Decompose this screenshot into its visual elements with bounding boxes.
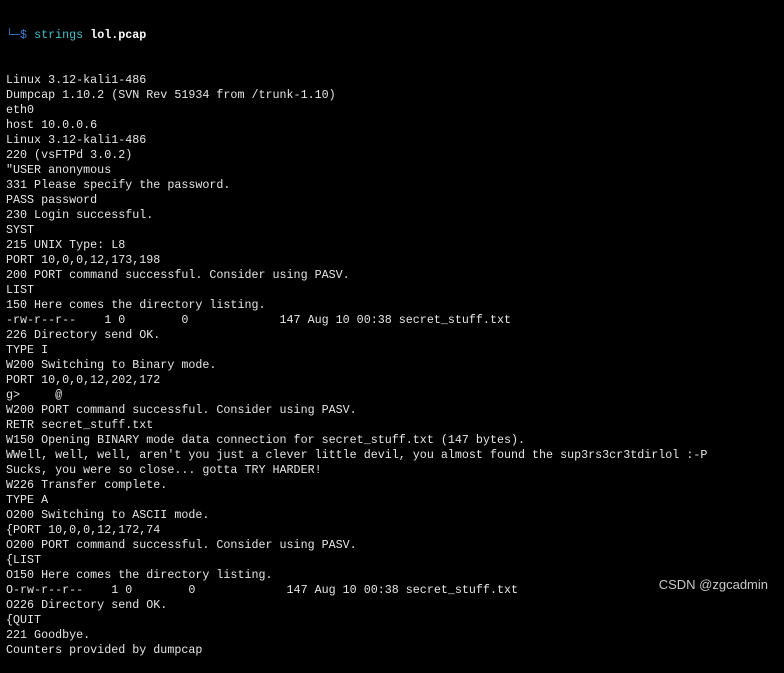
output-line: LIST [6, 283, 35, 297]
output-line: Counters provided by dumpcap [6, 643, 203, 657]
output-line: W226 Transfer complete. [6, 478, 168, 492]
output-lines: Linux 3.12-kali1-486 Dumpcap 1.10.2 (SVN … [6, 73, 707, 658]
output-line: PORT 10,0,0,12,202,172 [6, 373, 161, 387]
output-line: -rw-r--r-- 1 0 0 147 Aug 10 00:38 secret… [6, 313, 511, 327]
output-line: 215 UNIX Type: L8 [6, 238, 126, 252]
output-line: {LIST [6, 553, 42, 567]
output-line: O200 Switching to ASCII mode. [6, 508, 210, 522]
output-line: O150 Here comes the directory listing. [6, 568, 273, 582]
output-line: {PORT 10,0,0,12,172,74 [6, 523, 161, 537]
prompt-symbol: $ [20, 28, 35, 42]
output-line: host 10.0.0.6 [6, 118, 98, 132]
output-line: Linux 3.12-kali1-486 [6, 133, 147, 147]
output-line: 150 Here comes the directory listing. [6, 298, 266, 312]
command-name: strings [34, 28, 84, 42]
output-line: PASS password [6, 193, 98, 207]
output-line: W150 Opening BINARY mode data connection… [6, 433, 526, 447]
output-line: TYPE I [6, 343, 49, 357]
output-line: {QUIT [6, 613, 42, 627]
prompt-corner: └─ [6, 28, 21, 42]
output-line: eth0 [6, 103, 35, 117]
output-line: 331 Please specify the password. [6, 178, 231, 192]
output-line: O226 Directory send OK. [6, 598, 168, 612]
output-line: Sucks, you were so close... gotta TRY HA… [6, 463, 322, 477]
output-line: 230 Login successful. [6, 208, 154, 222]
output-line: SYST [6, 223, 35, 237]
output-line: W200 PORT command successful. Consider u… [6, 403, 357, 417]
watermark: CSDN @zgcadmin [658, 577, 768, 592]
prompt-line: └─$ strings lol.pcap [6, 28, 707, 43]
output-line: O-rw-r--r-- 1 0 0 147 Aug 10 00:38 secre… [6, 583, 518, 597]
command-argument: lol.pcap [90, 28, 147, 42]
output-line: g> @ [6, 388, 63, 402]
output-line: 220 (vsFTPd 3.0.2) [6, 148, 133, 162]
output-line: RETR secret_stuff.txt [6, 418, 154, 432]
output-line: Linux 3.12-kali1-486 [6, 73, 147, 87]
output-line: 200 PORT command successful. Consider us… [6, 268, 350, 282]
output-line: "USER anonymous [6, 163, 112, 177]
output-line: 221 Goodbye. [6, 628, 91, 642]
output-line: 226 Directory send OK. [6, 328, 161, 342]
output-line: WWell, well, well, aren't you just a cle… [6, 448, 708, 462]
output-line: PORT 10,0,0,12,173,198 [6, 253, 161, 267]
output-line: TYPE A [6, 493, 49, 507]
output-line: Dumpcap 1.10.2 (SVN Rev 51934 from /trun… [6, 88, 336, 102]
output-line: W200 Switching to Binary mode. [6, 358, 217, 372]
output-line: O200 PORT command successful. Consider u… [6, 538, 357, 552]
terminal-output[interactable]: └─$ strings lol.pcap Linux 3.12-kali1-48… [6, 0, 707, 673]
